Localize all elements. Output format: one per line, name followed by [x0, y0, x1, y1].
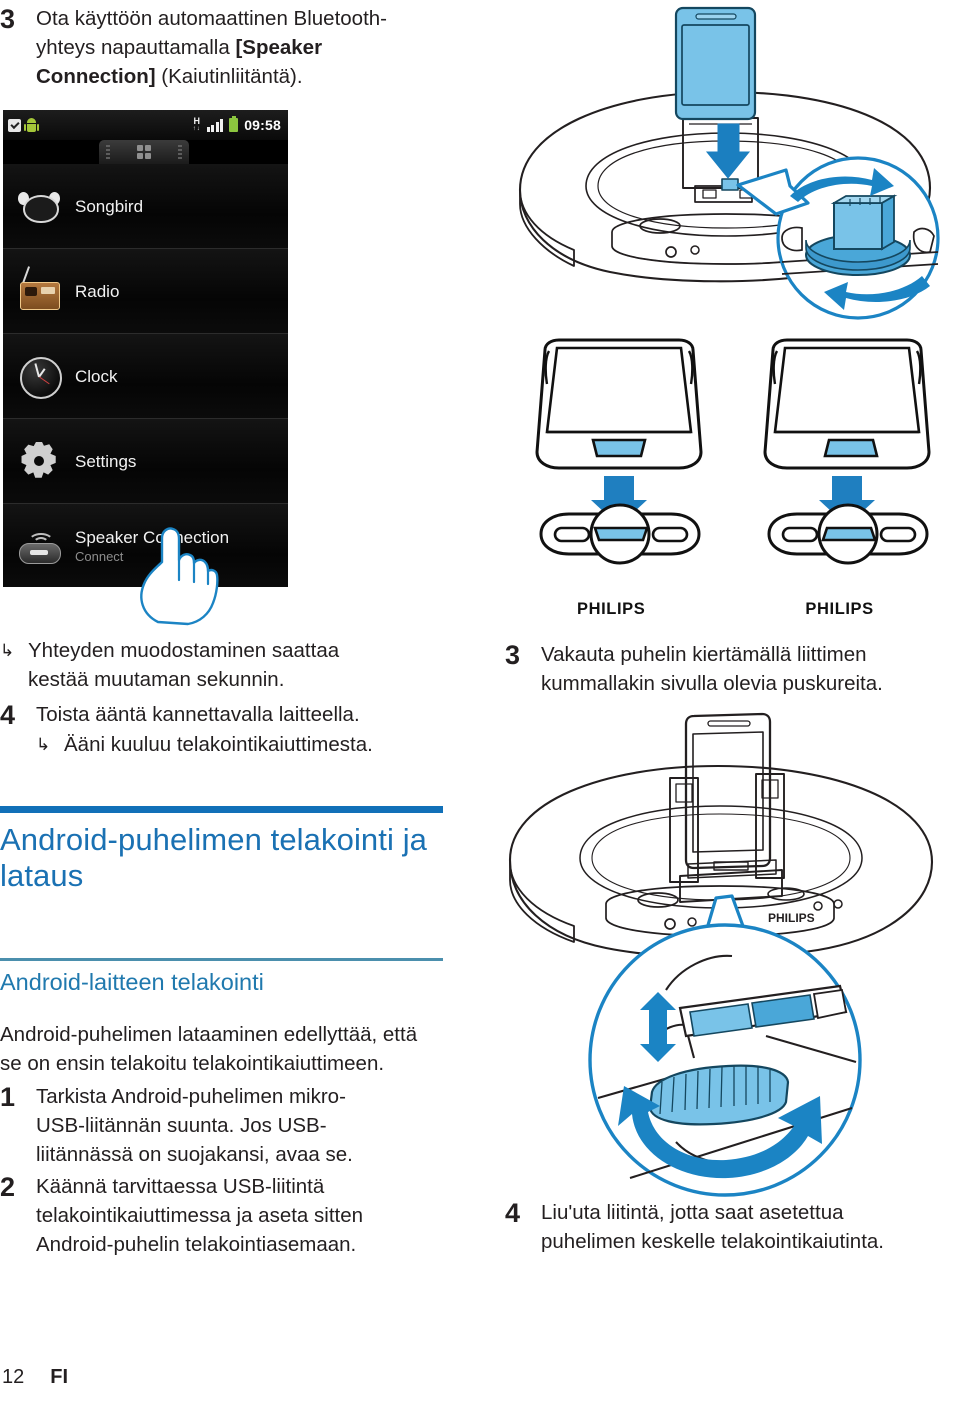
right-step-4: 4 Liu'uta liitintä, jotta saat asetettua… — [505, 1198, 945, 1256]
signal-bars-icon — [206, 118, 224, 132]
left-step-3-text-after: (Kaiutinliitäntä). — [155, 65, 303, 88]
heading-rule-thin — [0, 958, 443, 961]
left-note-2: ↳ Ääni kuuluu telakointikaiuttimesta. — [36, 730, 440, 759]
page-title: Android-puhelimen telakointi ja lataus — [0, 822, 428, 893]
list-item-label: Clock — [75, 366, 118, 386]
left-sub-step-2-text: Käännä tarvittaessa USB-liitintä telakoi… — [36, 1175, 364, 1256]
right-step-3-text: Vakauta puhelin kiertämällä liittimen ku… — [541, 643, 883, 695]
heading-rule-thick — [0, 806, 443, 813]
left-step-3-text-before: Ota käyttöön automaattinen Bluetooth-yht… — [36, 7, 388, 59]
apps-grid-icon — [137, 145, 151, 159]
left-step-3: 3 Ota käyttöön automaattinen Bluetooth-y… — [0, 4, 400, 91]
network-type-sub: ↑↓ — [192, 126, 201, 132]
left-steps-list: 1 Tarkista Android-puhelimen mikro-USB-l… — [0, 1082, 430, 1262]
list-item-label: Radio — [75, 281, 120, 301]
right-step-3-number: 3 — [505, 640, 521, 670]
left-sub-step-1: 1 Tarkista Android-puhelimen mikro-USB-l… — [0, 1082, 430, 1169]
hand-tap-icon — [140, 527, 219, 626]
philips-wordmark-left: PHILIPS — [577, 600, 646, 618]
right-step-4-text: Liu'uta liitintä, jotta saat asetettua p… — [541, 1201, 885, 1253]
list-item[interactable]: Settings — [3, 418, 288, 503]
left-step-4: 4 Toista ääntä kannettavalla laitteella. — [0, 700, 440, 730]
illustration-usb-orientation — [535, 338, 931, 565]
subsection-title: Android-laitteen telakointi — [0, 969, 264, 995]
songbird-icon — [3, 183, 75, 229]
dock-brand-label: PHILIPS — [768, 911, 815, 925]
illustration-dock-insert-phone — [518, 6, 940, 320]
right-step-4-number: 4 — [505, 1198, 521, 1228]
left-step-4-text: Toista ääntä kannettavalla laitteella. — [36, 703, 360, 726]
right-step-3: 3 Vakauta puhelin kiertämällä liittimen … — [505, 640, 945, 698]
gear-icon — [3, 438, 75, 484]
left-notes-block: ↳ Yhteyden muodostaminen saattaa kestää … — [0, 636, 440, 759]
philips-wordmark-right: PHILIPS — [805, 600, 874, 618]
left-step-3-number: 3 — [0, 4, 16, 34]
list-item[interactable]: Songbird — [3, 164, 288, 248]
left-sub-step-2: 2 Käännä tarvittaessa USB-liitintä telak… — [0, 1172, 430, 1259]
tab-texture-left-icon — [106, 145, 110, 159]
note-arrow-icon: ↳ — [36, 735, 51, 754]
android-robot-icon — [24, 117, 39, 133]
android-status-bar: H ↑↓ 09:58 — [3, 110, 288, 140]
phone-bottom-right — [763, 338, 931, 470]
page-number: 12 — [2, 1366, 25, 1388]
manual-page: 3 Ota käyttöön automaattinen Bluetooth-y… — [0, 0, 960, 1413]
philips-watermark-row: PHILIPS PHILIPS — [505, 600, 960, 624]
list-item-label: Settings — [75, 451, 137, 471]
left-note-1-text: Yhteyden muodostaminen saattaa kestää mu… — [28, 639, 340, 691]
apps-grid-tab[interactable] — [99, 140, 189, 164]
android-phone-screenshot: H ↑↓ 09:58 Songbird Radio Clock Settings… — [3, 110, 288, 587]
note-arrow-icon: ↳ — [0, 641, 15, 660]
clock-icon — [3, 353, 75, 399]
illustration-dock-slide-connector: PHILIPS — [508, 712, 934, 1197]
left-sub-step-1-number: 1 — [0, 1082, 16, 1112]
list-item[interactable]: Radio — [3, 248, 288, 333]
list-item[interactable]: Clock — [3, 333, 288, 418]
apps-tab-strip — [3, 140, 288, 164]
phone-bottom-left — [535, 338, 703, 470]
left-sub-step-1-text: Tarkista Android-puhelimen mikro-USB-lii… — [36, 1085, 353, 1166]
left-note-1: ↳ Yhteyden muodostaminen saattaa kestää … — [0, 636, 440, 694]
status-bar-left-icons — [3, 117, 39, 133]
subsection-heading-block: Android-laitteen telakointi — [0, 958, 443, 996]
dock-connector-right — [767, 503, 929, 565]
intro-paragraph: Android-puhelimen lataaminen edellyttää,… — [0, 1023, 418, 1075]
page-footer: 12 FI — [2, 1366, 68, 1389]
page-language: FI — [50, 1366, 69, 1388]
status-bar-right-icons: H ↑↓ 09:58 — [193, 116, 288, 133]
dock-connector-left — [539, 503, 701, 565]
battery-icon — [229, 116, 239, 132]
radio-icon — [3, 266, 75, 314]
left-step-4-number: 4 — [0, 700, 16, 730]
left-step-3-text: Ota käyttöön automaattinen Bluetooth-yht… — [36, 4, 394, 91]
download-icon — [8, 118, 21, 132]
tab-texture-right-icon — [178, 145, 182, 159]
network-type-icon: H ↑↓ — [193, 117, 201, 133]
list-item-label: Songbird — [75, 196, 144, 216]
speaker-dock-icon — [3, 523, 75, 569]
left-sub-step-2-number: 2 — [0, 1172, 16, 1202]
left-note-2-text: Ääni kuuluu telakointikaiuttimesta. — [64, 733, 373, 756]
status-bar-clock: 09:58 — [244, 117, 281, 133]
section-heading-block: Android-puhelimen telakointi ja lataus — [0, 806, 443, 894]
